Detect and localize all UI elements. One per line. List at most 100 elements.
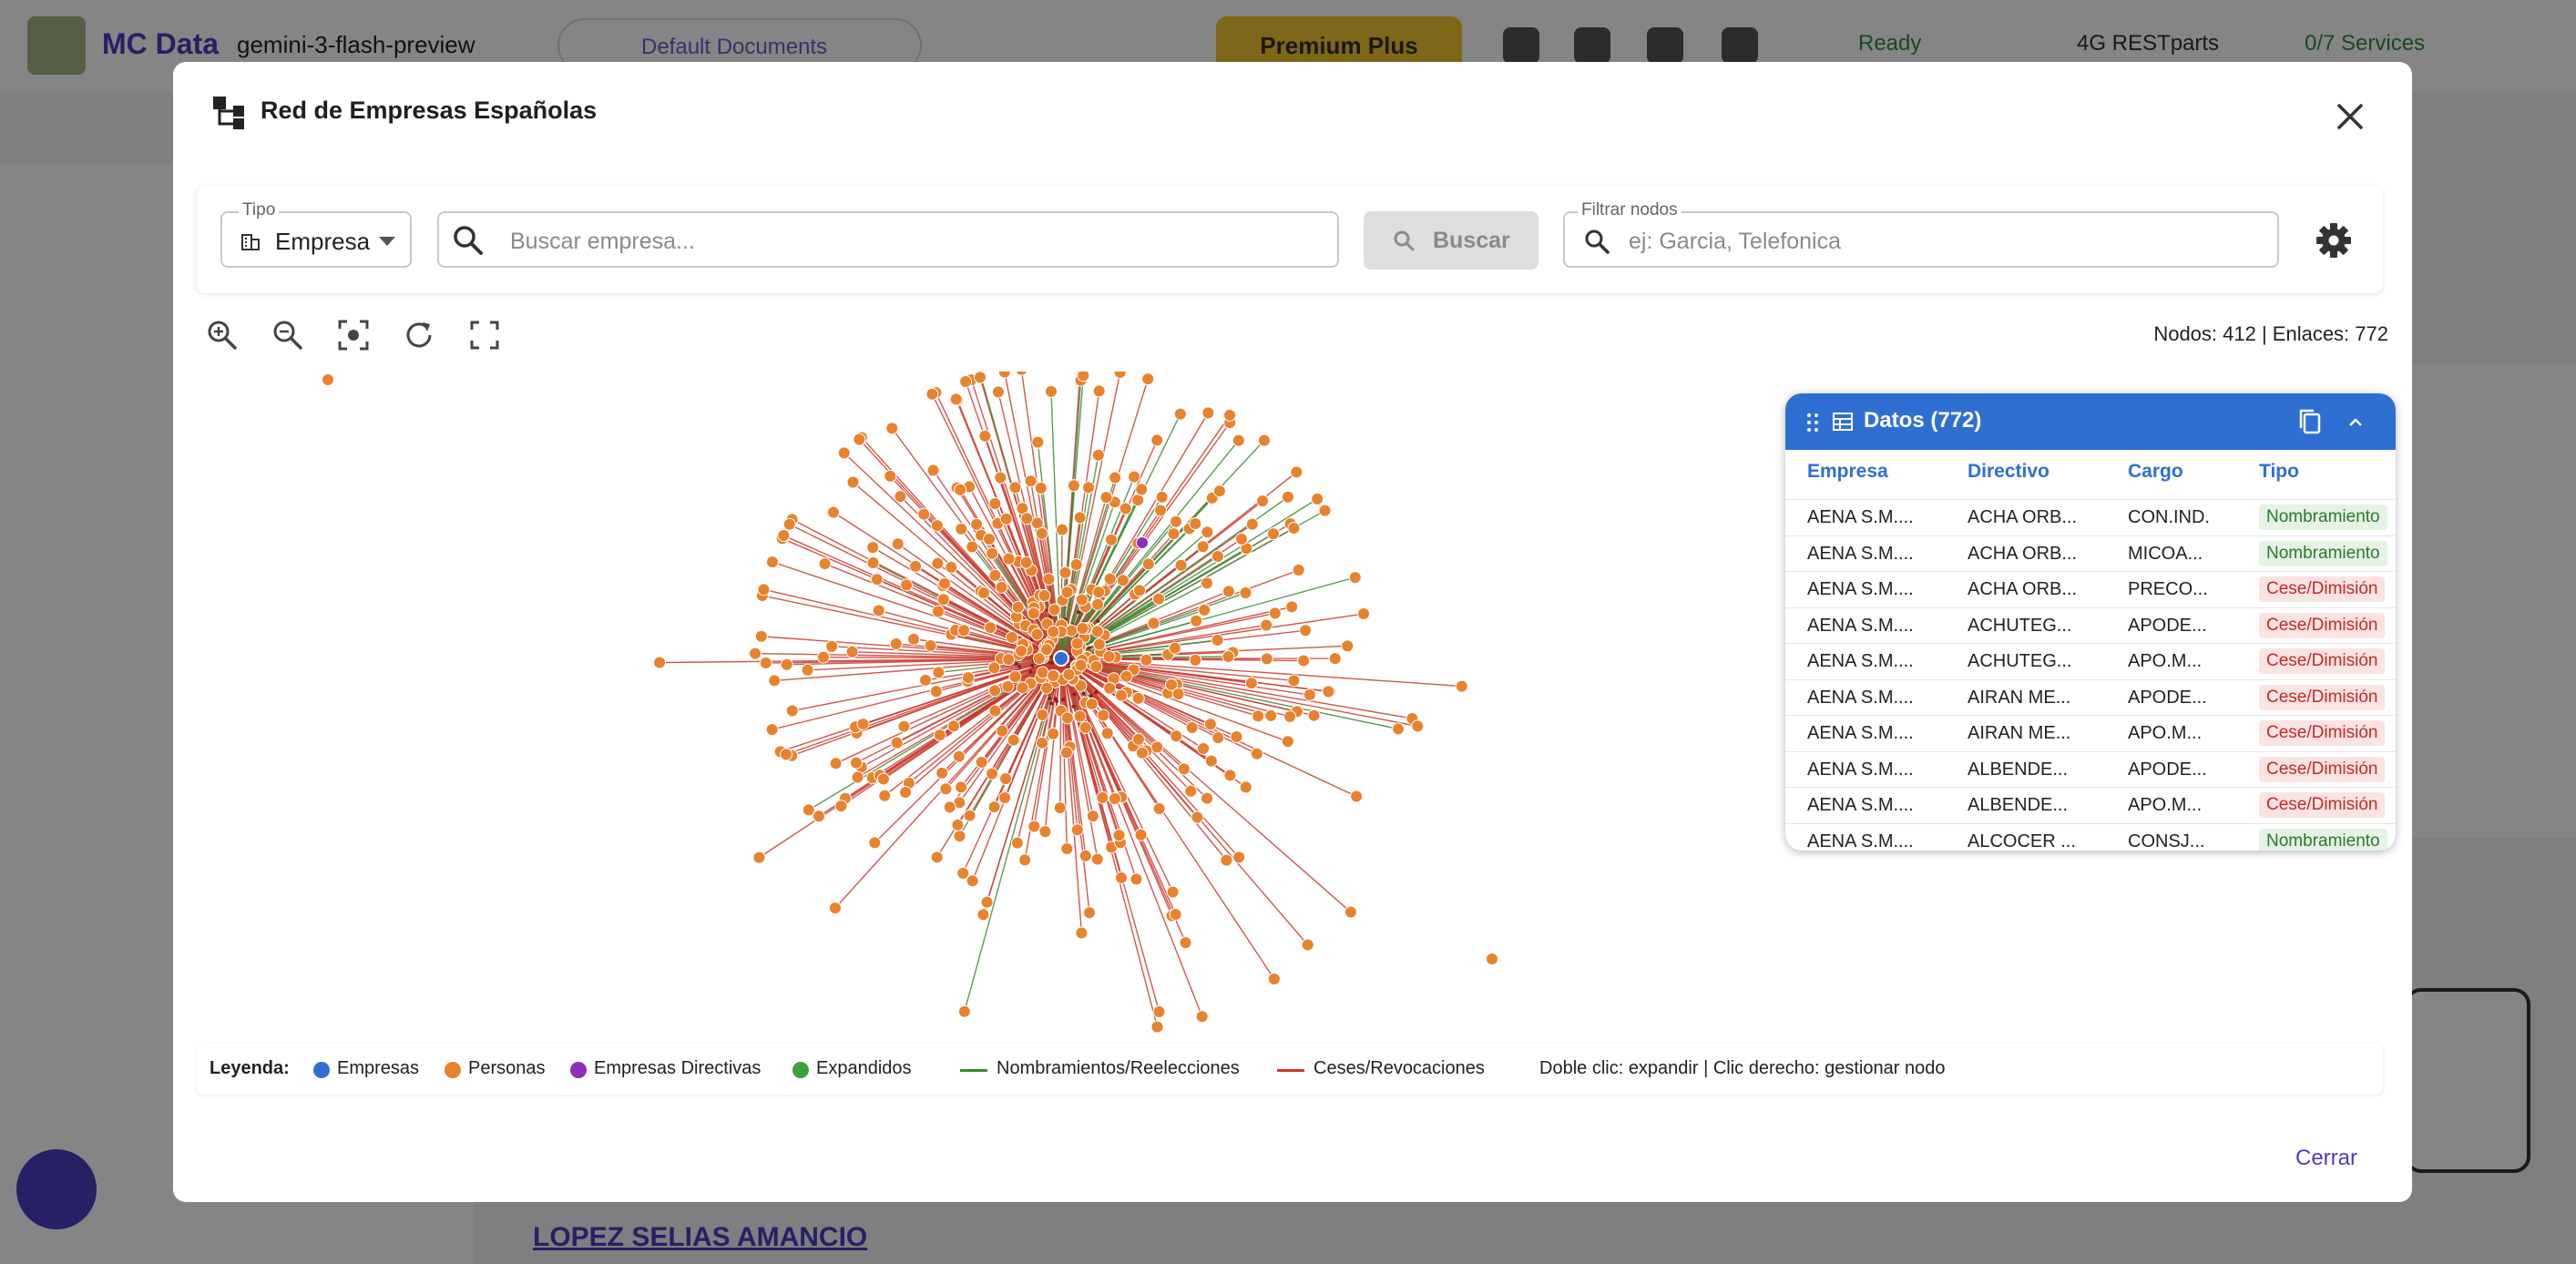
person-node[interactable] (1020, 512, 1034, 525)
person-node[interactable] (956, 866, 970, 880)
person-node[interactable] (1235, 532, 1249, 545)
person-node[interactable] (1008, 481, 1022, 494)
person-node[interactable] (1070, 823, 1084, 837)
table-row[interactable]: AENA S.M.... ACHA ORB... MICOA... Nombramie… (1785, 535, 2396, 572)
person-node[interactable] (1011, 600, 1025, 614)
person-node[interactable] (1177, 762, 1191, 776)
person-node[interactable] (1141, 557, 1155, 571)
person-node[interactable] (1141, 372, 1155, 386)
person-node[interactable] (930, 519, 944, 533)
person-node[interactable] (1189, 653, 1202, 667)
person-node[interactable] (1109, 471, 1122, 484)
person-node[interactable] (952, 749, 966, 763)
person-node[interactable] (986, 546, 999, 560)
person-node[interactable] (1287, 674, 1301, 688)
person-node[interactable] (1086, 810, 1099, 823)
person-node[interactable] (1031, 435, 1045, 449)
person-node[interactable] (1036, 708, 1049, 721)
person-node[interactable] (959, 374, 973, 388)
person-node[interactable] (982, 532, 996, 545)
person-node[interactable] (1311, 492, 1324, 505)
person-node[interactable] (947, 719, 961, 733)
person-node[interactable] (1105, 533, 1119, 546)
person-node[interactable] (837, 446, 851, 460)
person-node[interactable] (765, 723, 779, 737)
person-node[interactable] (980, 895, 994, 909)
person-node[interactable] (1201, 406, 1215, 420)
person-node[interactable] (899, 786, 913, 800)
person-node[interactable] (961, 671, 975, 685)
person-node[interactable] (1047, 668, 1060, 682)
person-node[interactable] (1348, 571, 1362, 585)
person-node[interactable] (1042, 572, 1056, 586)
person-node[interactable] (1268, 607, 1282, 620)
person-node[interactable] (1060, 711, 1074, 725)
person-node[interactable] (1391, 722, 1405, 736)
person-node[interactable] (1222, 649, 1235, 663)
person-node[interactable] (1257, 433, 1271, 447)
person-node[interactable] (1015, 363, 1027, 376)
person-node[interactable] (1135, 746, 1149, 759)
center-focus-icon[interactable] (337, 319, 370, 352)
close-button[interactable]: Cerrar (2295, 1146, 2357, 1171)
person-node[interactable] (866, 556, 880, 569)
person-node[interactable] (768, 674, 782, 688)
person-node[interactable] (1047, 727, 1060, 740)
person-node[interactable] (876, 772, 890, 786)
person-node[interactable] (785, 704, 799, 718)
person-node[interactable] (1150, 1020, 1164, 1033)
person-node[interactable] (828, 902, 842, 915)
person-node[interactable] (1036, 736, 1049, 749)
graph-elements[interactable] (322, 362, 1498, 1033)
person-node[interactable] (978, 429, 992, 443)
person-node[interactable] (1232, 851, 1246, 864)
person-node[interactable] (1045, 384, 1058, 398)
person-node[interactable] (1092, 384, 1106, 398)
person-node[interactable] (1112, 829, 1126, 842)
person-node[interactable] (999, 512, 1013, 525)
person-node[interactable] (1116, 574, 1130, 587)
drag-handle-icon[interactable] (1805, 412, 1820, 433)
chevron-up-icon[interactable] (2345, 412, 2366, 433)
person-node[interactable] (1232, 433, 1245, 447)
person-node[interactable] (889, 637, 903, 651)
person-node[interactable] (759, 657, 772, 670)
table-row[interactable]: AENA S.M.... ACHUTEG... APODE... Cese/Dimis… (1785, 607, 2396, 644)
data-panel-header[interactable]: Datos (772) (1785, 393, 2396, 450)
person-node[interactable] (924, 639, 937, 653)
person-node[interactable] (1185, 721, 1199, 735)
person-node[interactable] (1069, 558, 1083, 572)
person-node[interactable] (1083, 906, 1097, 920)
person-node[interactable] (752, 851, 766, 864)
search-button[interactable]: Buscar (1364, 211, 1538, 270)
person-node[interactable] (1307, 708, 1321, 722)
person-node[interactable] (1167, 527, 1181, 541)
person-node[interactable] (1179, 936, 1192, 950)
person-node[interactable] (1103, 681, 1117, 695)
person-node[interactable] (932, 666, 946, 679)
person-node[interactable] (996, 724, 1009, 738)
person-node[interactable] (1053, 801, 1067, 815)
person-node[interactable] (853, 433, 866, 446)
person-node[interactable] (829, 757, 843, 770)
person-node[interactable] (846, 475, 860, 489)
person-node[interactable] (816, 650, 830, 664)
person-node[interactable] (1090, 852, 1104, 866)
person-node[interactable] (1074, 658, 1088, 672)
person-node[interactable] (1150, 740, 1164, 754)
person-node[interactable] (1201, 525, 1214, 539)
person-node[interactable] (909, 559, 923, 573)
person-node[interactable] (1322, 685, 1335, 698)
person-node[interactable] (1301, 938, 1314, 952)
person-node[interactable] (943, 800, 956, 814)
person-node[interactable] (834, 800, 848, 813)
person-node[interactable] (933, 729, 946, 742)
person-node[interactable] (1070, 637, 1084, 650)
column-header-cargo[interactable]: Cargo (2128, 461, 2183, 483)
person-node[interactable] (951, 818, 965, 831)
person-node[interactable] (813, 810, 826, 823)
person-node[interactable] (953, 830, 966, 843)
person-node[interactable] (1211, 633, 1224, 647)
person-node[interactable] (1060, 586, 1074, 599)
person-node[interactable] (939, 782, 953, 796)
